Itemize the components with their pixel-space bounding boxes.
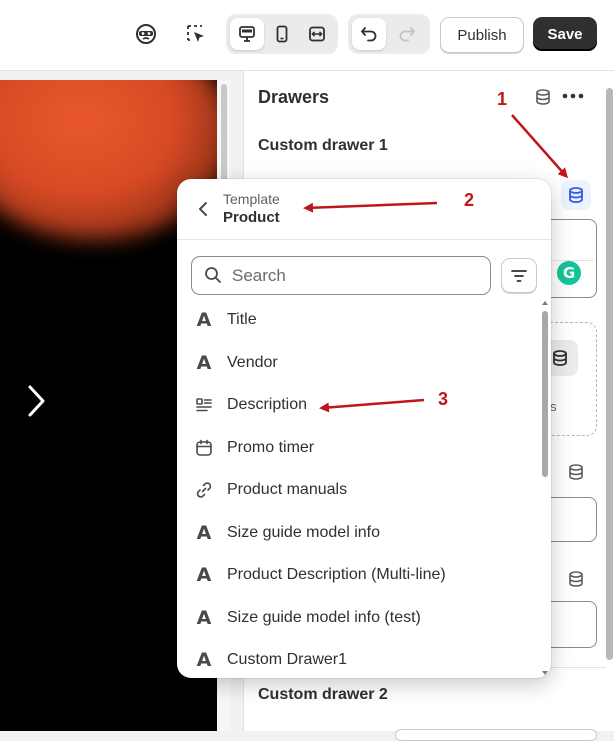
grammarly-icon[interactable]: G [557, 261, 581, 285]
popover-scrollbar-thumb[interactable] [542, 311, 548, 477]
annotation-number-3: 3 [438, 389, 449, 409]
redo-icon [399, 27, 416, 42]
filter-button[interactable] [501, 258, 537, 293]
breadcrumb-parent[interactable]: Template [223, 191, 280, 207]
connect-dynamic-source-button[interactable] [561, 180, 591, 210]
list-item-vendor[interactable]: A Vendor [185, 344, 535, 382]
list-item-label: Custom Drawer1 [227, 651, 348, 668]
text-a-icon: A [196, 607, 212, 629]
dynamic-source-popover: Template Product A Title A Vendor Descri… [177, 179, 551, 678]
annotation-number-1: 1 [497, 89, 508, 109]
desktop-view-button[interactable] [230, 18, 264, 50]
database-icon[interactable] [534, 88, 552, 106]
sidebar-scrollbar-thumb[interactable] [606, 88, 613, 660]
back-button[interactable] [193, 199, 213, 219]
list-item-label: Product manuals [227, 481, 348, 498]
history-group [348, 14, 430, 54]
list-item-size-guide[interactable]: A Size guide model info [185, 514, 535, 552]
text-a-icon: A [196, 352, 212, 374]
mobile-icon [276, 25, 288, 43]
text-a-icon: A [196, 522, 212, 544]
text-a-icon: A [196, 649, 212, 671]
search-field[interactable] [191, 256, 491, 295]
viewport-switcher [226, 14, 338, 54]
incognito-icon[interactable] [130, 18, 162, 50]
undo-button[interactable] [352, 18, 386, 50]
filter-icon [511, 269, 527, 282]
save-button[interactable]: Save [533, 17, 597, 51]
select-cursor-icon[interactable] [180, 18, 212, 50]
search-icon [205, 267, 221, 283]
desktop-icon [239, 26, 255, 42]
text-a-icon: A [196, 309, 212, 331]
database-icon [569, 187, 583, 203]
mobile-view-button[interactable] [265, 18, 299, 50]
annotation-number-2: 2 [464, 190, 475, 210]
link-icon [194, 480, 214, 500]
redo-button[interactable] [390, 18, 424, 50]
list-item-label: Title [227, 311, 257, 328]
list-item-title[interactable]: A Title [185, 301, 535, 339]
list-item-label: Size guide model info [227, 524, 380, 541]
popover-header: Template Product [177, 179, 551, 240]
section-heading-custom-drawer-1: Custom drawer 1 [258, 137, 388, 154]
database-icon[interactable] [567, 463, 585, 481]
chevron-right-icon[interactable] [26, 384, 48, 418]
sidebar-title: Drawers [258, 87, 330, 107]
database-icon[interactable] [567, 570, 585, 588]
more-options-icon[interactable] [562, 93, 584, 99]
scroll-up-icon[interactable] [541, 299, 549, 307]
publish-button[interactable]: Publish [440, 17, 524, 53]
list-item-product-description-multiline[interactable]: A Product Description (Multi-line) [185, 556, 535, 594]
list-item-label: Size guide model info (test) [227, 609, 421, 626]
list-item-label: Description [227, 396, 308, 413]
list-item-size-guide-test[interactable]: A Size guide model info (test) [185, 599, 535, 637]
list-item-description[interactable]: Description [185, 386, 535, 424]
database-icon [553, 350, 567, 366]
section-heading-custom-drawer-2: Custom drawer 2 [258, 686, 388, 703]
list-item-label: Product Description (Multi-line) [227, 566, 446, 583]
editor-toolbar: Publish Save [0, 0, 614, 71]
list-item-label: Promo timer [227, 439, 315, 456]
source-list: A Title A Vendor Description Promo timer… [177, 301, 537, 678]
paragraph-icon [194, 395, 214, 415]
chevron-left-icon [199, 202, 207, 216]
list-item-label: Vendor [227, 354, 278, 371]
fullwidth-view-button[interactable] [300, 18, 334, 50]
list-item-product-manuals[interactable]: Product manuals [185, 471, 535, 509]
fullwidth-icon [309, 26, 325, 42]
scroll-down-icon[interactable] [541, 669, 549, 677]
calendar-icon [194, 438, 214, 458]
breadcrumb-current: Product [223, 209, 280, 226]
search-input[interactable] [230, 263, 484, 289]
text-a-icon: A [196, 564, 212, 586]
list-item-custom-drawer1[interactable]: A Custom Drawer1 [185, 641, 535, 678]
list-item-promo-timer[interactable]: Promo timer [185, 429, 535, 467]
undo-icon [360, 27, 377, 42]
